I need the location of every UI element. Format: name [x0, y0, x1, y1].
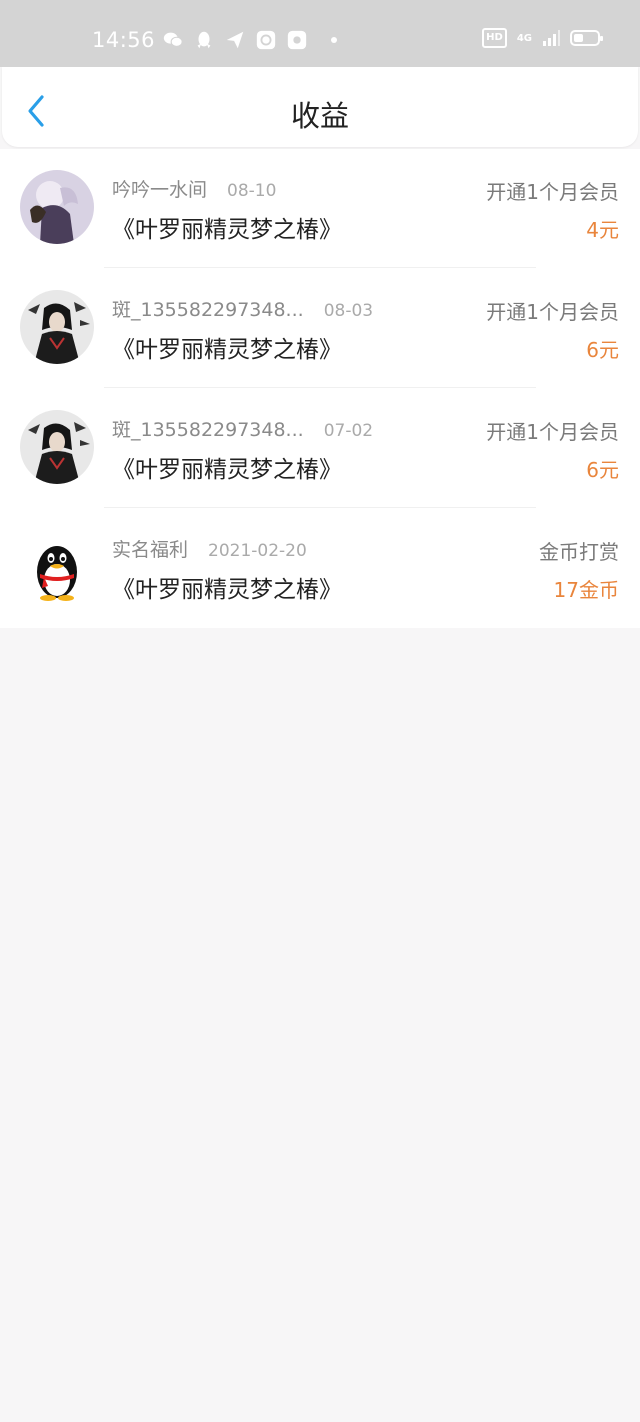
user-name: 吟吟一水间 [112, 179, 208, 201]
user-name: 实名福利 [112, 539, 189, 561]
earnings-row[interactable]: 斑_135582297348... 07-02 《叶罗丽精灵梦之椿》 开通1个月… [0, 388, 640, 508]
user-name: 斑_135582297348... [112, 419, 304, 441]
entry-meta: 斑_135582297348... 08-03 [112, 295, 373, 322]
action-type: 开通1个月会员 [486, 420, 619, 444]
earnings-row[interactable]: 实名福利 2021-02-20 《叶罗丽精灵梦之椿》 金币打赏 17金币 [0, 508, 640, 628]
avatar [20, 410, 94, 484]
anime-girl-avatar [20, 170, 94, 244]
amount: 17金币 [553, 578, 619, 602]
more-notifications-dot [331, 37, 337, 43]
user-name: 斑_135582297348... [112, 299, 304, 321]
book-title: 《叶罗丽精灵梦之椿》 [112, 217, 342, 243]
book-title: 《叶罗丽精灵梦之椿》 [112, 457, 342, 483]
avatar [20, 530, 94, 604]
avatar [20, 290, 94, 364]
entry-meta: 实名福利 2021-02-20 [112, 535, 307, 562]
signal-icon [543, 30, 560, 46]
media-icon [287, 30, 307, 50]
battery-icon [570, 30, 603, 46]
action-type: 金币打赏 [539, 540, 619, 564]
wechat-icon [163, 32, 183, 47]
earnings-row[interactable]: 斑_135582297348... 08-03 《叶罗丽精灵梦之椿》 开通1个月… [0, 268, 640, 388]
browser-icon [256, 30, 276, 50]
earnings-list: 吟吟一水间 08-10 《叶罗丽精灵梦之椿》 开通1个月会员 4元 斑_1355… [0, 149, 640, 628]
amount: 6元 [586, 338, 619, 362]
action-type: 开通1个月会员 [486, 180, 619, 204]
entry-date: 07-02 [323, 421, 374, 441]
amount: 6元 [586, 458, 619, 482]
send-icon [226, 31, 244, 49]
status-time: 14:56 [92, 28, 156, 52]
hd-badge: HD [482, 28, 507, 48]
earnings-row[interactable]: 吟吟一水间 08-10 《叶罗丽精灵梦之椿》 开通1个月会员 4元 [0, 149, 640, 268]
qq-penguin-avatar [20, 530, 94, 604]
nav-bar: 收益 [2, 67, 638, 147]
book-title: 《叶罗丽精灵梦之椿》 [112, 337, 342, 363]
anime-character-avatar [20, 410, 94, 484]
anime-character-avatar [20, 290, 94, 364]
action-type: 开通1个月会员 [486, 300, 619, 324]
entry-date: 08-10 [227, 181, 277, 201]
entry-date: 2021-02-20 [208, 541, 307, 561]
entry-date: 08-03 [323, 301, 374, 321]
network-type: 4G [516, 32, 532, 44]
battery-level-fill [574, 34, 583, 42]
qq-icon [197, 31, 211, 49]
entry-meta: 吟吟一水间 08-10 [112, 175, 276, 202]
system-status-icons: HD 4G [482, 28, 603, 48]
page-title: 收益 [290, 99, 349, 133]
amount: 4元 [586, 218, 619, 242]
book-title: 《叶罗丽精灵梦之椿》 [112, 577, 342, 603]
status-bar: 14:56 HD 4G [0, 0, 640, 67]
entry-meta: 斑_135582297348... 07-02 [112, 415, 373, 442]
avatar [20, 170, 94, 244]
notification-icons [162, 29, 337, 51]
